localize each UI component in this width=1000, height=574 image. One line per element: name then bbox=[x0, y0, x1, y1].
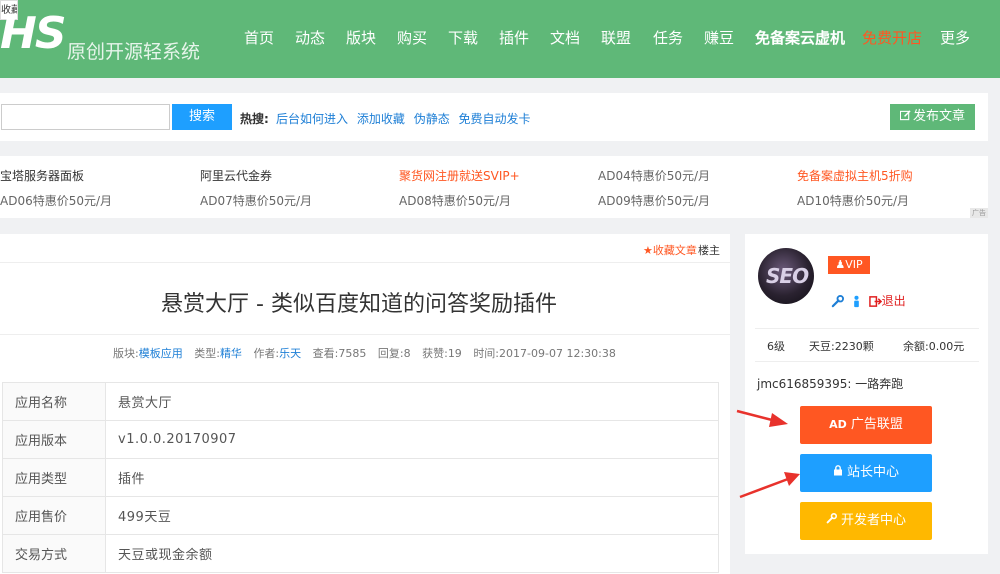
wrench-icon bbox=[826, 502, 837, 540]
nav-item-buy[interactable]: 购买 bbox=[397, 27, 427, 48]
avatar[interactable]: SEO bbox=[758, 248, 814, 304]
favorite-article-link[interactable]: ★收藏文章 bbox=[643, 242, 697, 258]
ad-link[interactable]: 阿里云代金券 bbox=[200, 167, 272, 184]
nav-item-earn[interactable]: 赚豆 bbox=[704, 27, 734, 48]
user-panel: SEO ♟VIP 退出 6级 天豆:2230颗 余额:0.00元 jmc6168… bbox=[745, 234, 988, 554]
ad-link[interactable]: 宝塔服务器面板 bbox=[0, 167, 84, 184]
ad-panel: 宝塔服务器面板 阿里云代金券 聚货网注册就送SVIP+ AD04特惠价50元/月… bbox=[0, 156, 988, 218]
ad-link[interactable]: AD10特惠价50元/月 bbox=[797, 192, 909, 209]
user-beans: 天豆:2230颗 bbox=[809, 340, 874, 353]
replies-count: 8 bbox=[403, 347, 411, 360]
post-meta: 版块:模板应用 类型:精华 作者:乐天 查看:7585 回复:8 获赞:19 时… bbox=[113, 347, 616, 360]
author-link[interactable]: 乐天 bbox=[279, 347, 301, 360]
divider bbox=[755, 328, 979, 329]
site-header: 收藏夹 HS 原创开源轻系统 首页 动态 版块 购买 下载 插件 文档 联盟 任… bbox=[0, 0, 1000, 78]
hot-search-label: 热搜: bbox=[240, 112, 269, 126]
ad-link[interactable]: AD08特惠价50元/月 bbox=[399, 192, 511, 209]
developer-center-button[interactable]: 开发者中心 bbox=[800, 502, 932, 540]
post-title: 悬赏大厅 - 类似百度知道的问答奖励插件 bbox=[161, 292, 557, 317]
user-signature: jmc616859395: 一路奔跑 bbox=[757, 377, 904, 391]
vip-badge: ♟VIP bbox=[828, 256, 870, 274]
user-balance: 余额:0.00元 bbox=[903, 340, 965, 353]
logout-icon bbox=[868, 296, 882, 307]
owner-label: 楼主 bbox=[698, 244, 720, 257]
app-info-table: 应用名称 悬赏大厅 应用版本 v1.0.0.20170907 应用类型 插件 应用售价… bbox=[2, 382, 719, 573]
nav-item-cloud-host[interactable]: 免备案云虚机 bbox=[755, 27, 845, 48]
site-slogan: 原创开源轻系统 bbox=[67, 41, 201, 63]
post-time: 2017-09-07 12:30:38 bbox=[499, 347, 616, 360]
post-toolbar: ★收藏文章 楼主 bbox=[0, 234, 730, 263]
nav-item-plugins[interactable]: 插件 bbox=[499, 27, 529, 48]
nav-item-free-shop[interactable]: 免费开店 bbox=[862, 27, 922, 48]
table-row: 应用版本 v1.0.0.20170907 bbox=[2, 420, 719, 459]
ad-link[interactable]: 免备案虚拟主机5折购 bbox=[797, 167, 913, 184]
ad-link[interactable]: AD06特惠价50元/月 bbox=[0, 192, 112, 209]
nav-item-forums[interactable]: 版块 bbox=[346, 27, 376, 48]
star-icon: ★ bbox=[643, 244, 653, 257]
post-card: ★收藏文章 楼主 悬赏大厅 - 类似百度知道的问答奖励插件 版块:模板应用 类型… bbox=[0, 234, 730, 574]
nav-item-alliance[interactable]: 联盟 bbox=[601, 27, 631, 48]
webmaster-center-button[interactable]: 站长中心 bbox=[800, 454, 932, 492]
ad-badge: 广告 bbox=[970, 208, 988, 218]
hot-link[interactable]: 后台如何进入 bbox=[276, 112, 348, 126]
person-icon[interactable] bbox=[850, 295, 863, 308]
forum-link[interactable]: 模板应用 bbox=[139, 347, 183, 360]
search-button[interactable]: 搜索 bbox=[172, 104, 232, 130]
ad-icon: AD bbox=[829, 418, 847, 431]
nav-item-download[interactable]: 下载 bbox=[448, 27, 478, 48]
search-input[interactable] bbox=[1, 104, 170, 130]
user-icon: ♟ bbox=[835, 258, 846, 271]
lock-icon bbox=[833, 454, 843, 492]
nav-item-more[interactable]: 更多 bbox=[940, 27, 970, 48]
views-count: 7585 bbox=[338, 347, 367, 360]
divider bbox=[755, 361, 979, 362]
nav-item-home[interactable]: 首页 bbox=[244, 27, 274, 48]
nav-item-activity[interactable]: 动态 bbox=[295, 27, 325, 48]
nav-item-docs[interactable]: 文档 bbox=[550, 27, 580, 48]
ad-link[interactable]: 聚货网注册就送SVIP+ bbox=[399, 167, 520, 184]
hot-link[interactable]: 免费自动发卡 bbox=[459, 112, 531, 126]
user-tools: 退出 bbox=[831, 292, 906, 309]
hot-search-links: 后台如何进入 添加收藏 伪静态 免费自动发卡 bbox=[276, 110, 536, 127]
logout-link[interactable]: 退出 bbox=[868, 294, 906, 308]
table-row: 交易方式 天豆或现金余额 bbox=[2, 534, 719, 573]
nav-item-tasks[interactable]: 任务 bbox=[653, 27, 683, 48]
wrench-icon[interactable] bbox=[831, 295, 844, 308]
avatar-text: SEO bbox=[766, 264, 809, 288]
ad-link[interactable]: AD07特惠价50元/月 bbox=[200, 192, 312, 209]
ad-alliance-button[interactable]: AD 广告联盟 bbox=[800, 406, 932, 444]
hot-link[interactable]: 伪静态 bbox=[414, 112, 450, 126]
ad-link[interactable]: AD04特惠价50元/月 bbox=[598, 167, 710, 184]
type-link[interactable]: 精华 bbox=[220, 347, 242, 360]
search-bar: 搜索 热搜: 后台如何进入 添加收藏 伪静态 免费自动发卡 发布文章 bbox=[0, 93, 988, 141]
ad-link[interactable]: AD09特惠价50元/月 bbox=[598, 192, 710, 209]
table-row: 应用类型 插件 bbox=[2, 458, 719, 497]
publish-article-button[interactable]: 发布文章 bbox=[890, 104, 975, 130]
site-logo[interactable]: HS bbox=[0, 8, 67, 59]
table-row: 应用名称 悬赏大厅 bbox=[2, 382, 719, 421]
publish-article-label: 发布文章 bbox=[912, 109, 965, 124]
likes-count: 19 bbox=[447, 347, 462, 360]
user-level: 6级 bbox=[767, 340, 785, 353]
divider bbox=[0, 334, 730, 335]
edit-icon bbox=[899, 110, 911, 121]
table-row: 应用售价 499天豆 bbox=[2, 496, 719, 535]
hot-link[interactable]: 添加收藏 bbox=[357, 112, 405, 126]
